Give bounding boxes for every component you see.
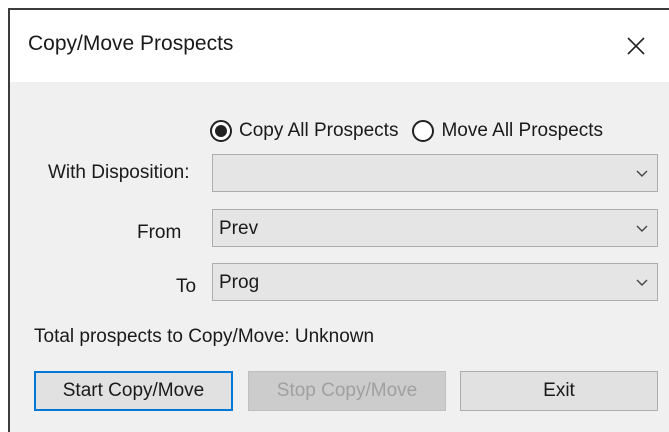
from-dropdown[interactable]: Prev bbox=[212, 209, 658, 247]
exit-button[interactable]: Exit bbox=[460, 371, 658, 411]
disposition-label: With Disposition: bbox=[48, 162, 190, 183]
from-value: Prev bbox=[219, 218, 259, 239]
chevron-down-icon bbox=[636, 170, 648, 177]
copy-all-radio[interactable]: Copy All Prospects bbox=[210, 120, 398, 142]
disposition-dropdown[interactable] bbox=[212, 154, 658, 192]
close-button[interactable] bbox=[603, 10, 669, 82]
copy-all-label: Copy All Prospects bbox=[239, 120, 399, 141]
from-label: From bbox=[137, 222, 182, 243]
radio-selected-dot bbox=[215, 125, 227, 137]
copy-move-dialog: Copy/Move Prospects Copy All Prospects M… bbox=[8, 8, 669, 432]
to-value: Prog bbox=[219, 272, 260, 293]
to-label: To bbox=[176, 276, 197, 297]
dialog-title: Copy/Move Prospects bbox=[28, 32, 234, 55]
to-dropdown[interactable]: Prog bbox=[212, 263, 658, 301]
stop-copy-move-button: Stop Copy/Move bbox=[248, 371, 446, 411]
copy-radio-indicator[interactable] bbox=[210, 120, 232, 142]
chevron-down-icon bbox=[636, 225, 648, 232]
start-copy-move-button[interactable]: Start Copy/Move bbox=[34, 371, 233, 411]
move-all-label: Move All Prospects bbox=[441, 120, 604, 141]
move-all-radio[interactable]: Move All Prospects bbox=[412, 120, 603, 142]
close-icon bbox=[627, 37, 645, 55]
mode-radio-group: Copy All Prospects Move All Prospects bbox=[210, 116, 603, 146]
move-radio-indicator[interactable] bbox=[412, 120, 435, 142]
total-prospects-status: Total prospects to Copy/Move: Unknown bbox=[34, 326, 375, 347]
chevron-down-icon bbox=[636, 279, 648, 286]
title-bar: Copy/Move Prospects bbox=[10, 10, 669, 82]
